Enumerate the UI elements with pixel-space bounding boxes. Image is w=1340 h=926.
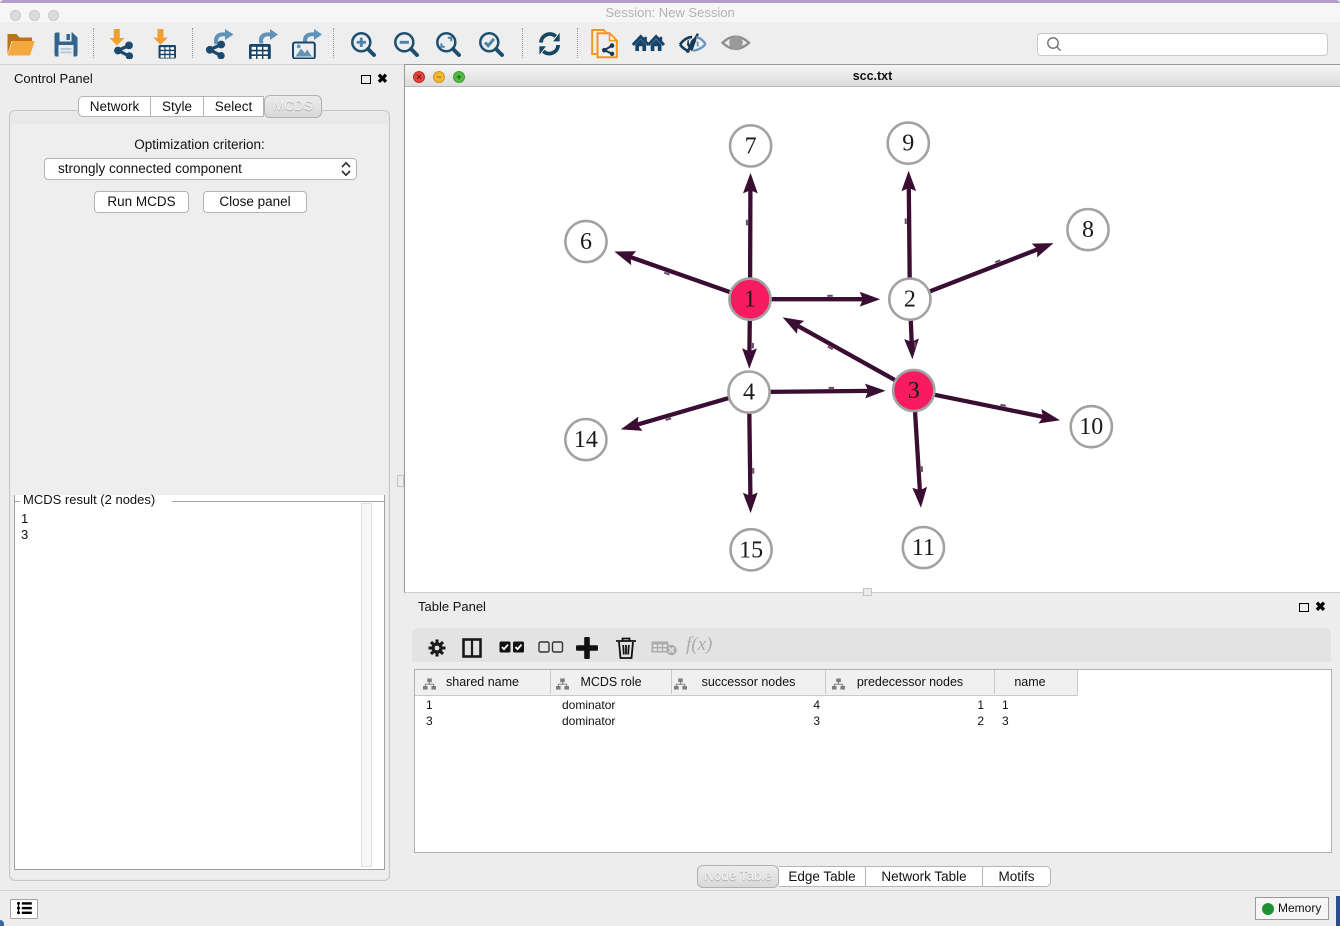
svg-text:2: 2 <box>904 287 916 313</box>
svg-text:3: 3 <box>908 378 920 404</box>
svg-text:1: 1 <box>744 287 756 313</box>
svg-text:6: 6 <box>580 229 592 255</box>
svg-text:10: 10 <box>1079 414 1103 440</box>
svg-text:11: 11 <box>912 535 935 561</box>
svg-text:4: 4 <box>743 380 755 406</box>
svg-text:7: 7 <box>745 133 757 159</box>
svg-text:14: 14 <box>574 427 598 453</box>
svg-text:15: 15 <box>739 537 763 563</box>
svg-text:8: 8 <box>1082 217 1094 243</box>
svg-text:9: 9 <box>902 131 914 157</box>
